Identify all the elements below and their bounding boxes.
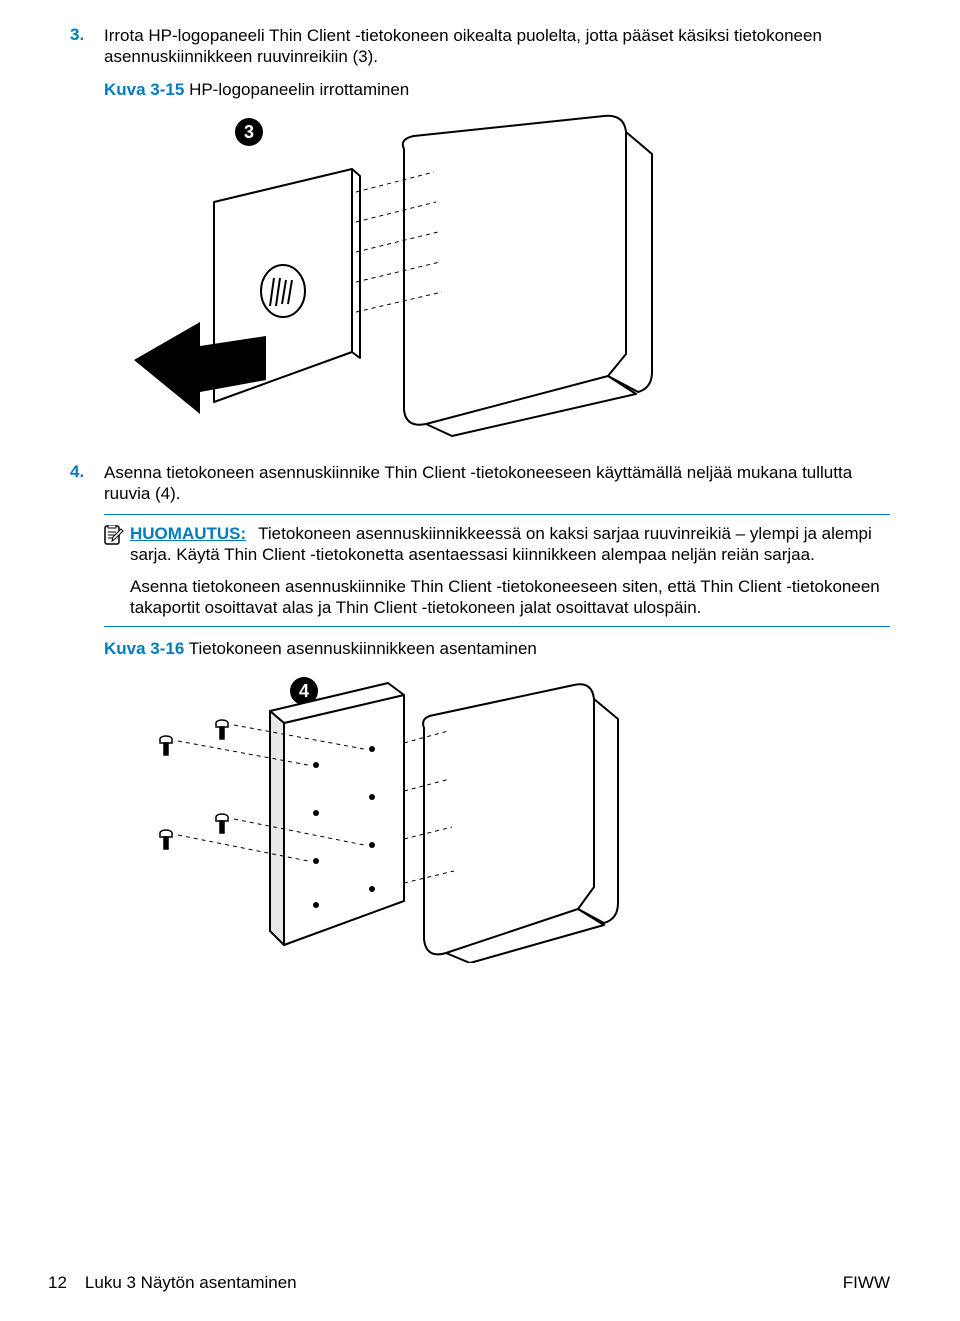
figure-3-15-caption: Kuva 3-15 HP-logopaneelin irrottaminen [104,80,890,100]
figure-3-16-callout: 4 [299,681,309,701]
lang-code: FIWW [843,1273,890,1293]
figure-3-16-image: 4 [104,673,890,963]
document-page: 3. Irrota HP-logopaneeli Thin Client -ti… [0,0,960,1321]
step-3-text: Irrota HP-logopaneeli Thin Client -tieto… [104,25,890,68]
note-block: HUOMAUTUS:Tietokoneen asennuskiinnikkees… [104,514,890,627]
figure-3-16-text: Tietokoneen asennuskiinnikkeen asentamin… [189,639,537,658]
step-4-text: Asenna tietokoneen asennuskiinnike Thin … [104,462,890,505]
step-4-marker: 4. [70,462,104,505]
figure-3-15-callout: 3 [244,122,254,142]
step-3-marker: 3. [70,25,104,68]
page-number: 12 [48,1273,67,1293]
page-footer: 12 Luku 3 Näytön asentaminen FIWW [0,1273,960,1293]
figure-3-16-caption: Kuva 3-16 Tietokoneen asennuskiinnikkeen… [104,639,890,659]
figure-3-15-label: Kuva 3-15 [104,80,184,99]
step-4: 4. Asenna tietokoneen asennuskiinnike Th… [70,462,890,505]
note-para2: Asenna tietokoneen asennuskiinnike Thin … [130,576,890,619]
note-label: HUOMAUTUS: [130,524,246,543]
step-3: 3. Irrota HP-logopaneeli Thin Client -ti… [70,25,890,68]
note-icon [104,525,130,545]
chapter-title: Luku 3 Näytön asentaminen [85,1273,297,1293]
figure-3-15-text: HP-logopaneelin irrottaminen [189,80,409,99]
figure-3-15-image: 3 [104,114,890,444]
figure-3-16-label: Kuva 3-16 [104,639,184,658]
